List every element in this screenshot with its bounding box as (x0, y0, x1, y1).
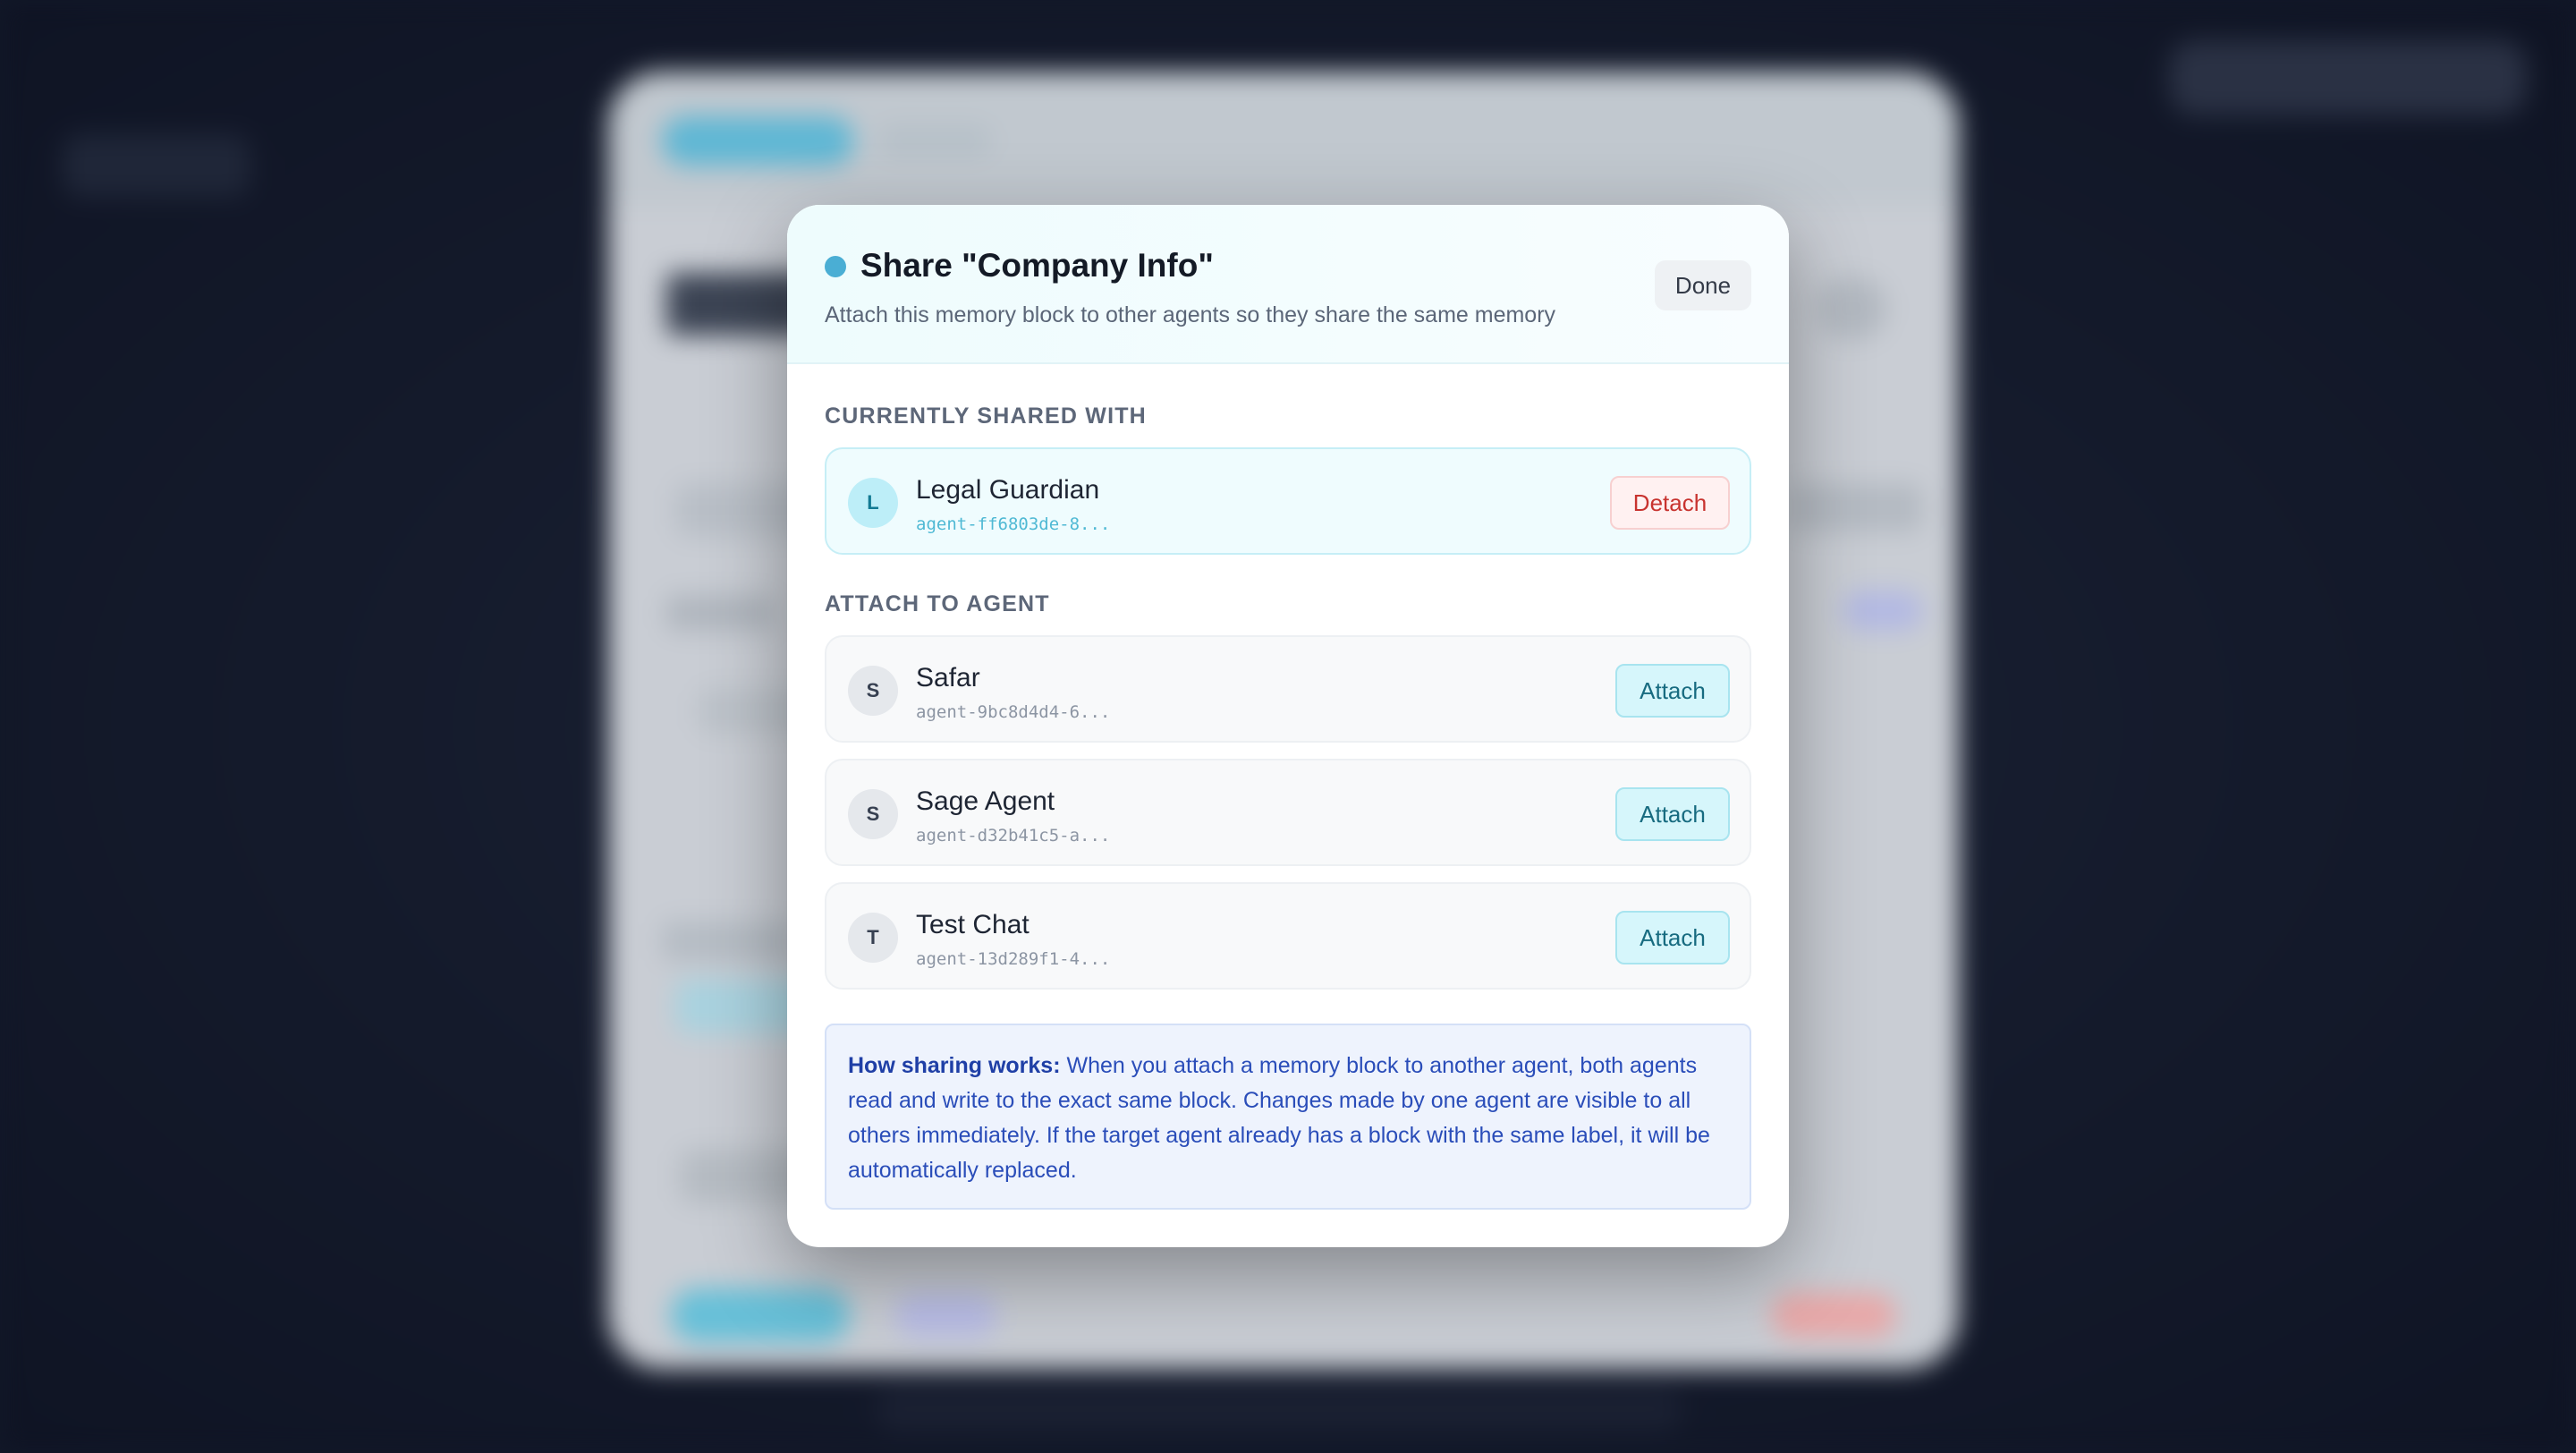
attach-button[interactable]: Attach (1615, 911, 1730, 964)
avatar: T (848, 913, 898, 963)
dialog-title: Share "Company Info" (860, 247, 1214, 284)
shared-agent-card: L Legal Guardian agent-ff6803de-8... Det… (825, 447, 1751, 555)
avatar: S (848, 789, 898, 839)
agent-name: Safar (916, 663, 980, 693)
attach-button[interactable]: Attach (1615, 787, 1730, 841)
status-dot-icon (825, 256, 846, 277)
agent-id: agent-ff6803de-8... (916, 514, 1111, 534)
attach-agent-card: S Safar agent-9bc8d4d4-6... Attach (825, 635, 1751, 743)
attach-button[interactable]: Attach (1615, 664, 1730, 718)
attach-agent-card: S Sage Agent agent-d32b41c5-a... Attach (825, 759, 1751, 866)
detach-button[interactable]: Detach (1610, 476, 1730, 530)
attach-section-label: ATTACH TO AGENT (825, 591, 1050, 616)
shared-section-label: CURRENTLY SHARED WITH (825, 404, 1147, 429)
info-lead: How sharing works: (848, 1053, 1061, 1078)
avatar: S (848, 666, 898, 716)
agent-name: Test Chat (916, 910, 1030, 939)
sharing-info-box: How sharing works: When you attach a mem… (825, 1024, 1751, 1210)
agent-id: agent-9bc8d4d4-6... (916, 702, 1111, 722)
agent-id: agent-d32b41c5-a... (916, 826, 1111, 845)
agent-id: agent-13d289f1-4... (916, 949, 1111, 969)
attach-agent-card: T Test Chat agent-13d289f1-4... Attach (825, 882, 1751, 990)
agent-name: Sage Agent (916, 786, 1055, 816)
done-button[interactable]: Done (1655, 260, 1751, 310)
agent-name: Legal Guardian (916, 475, 1100, 505)
avatar: L (848, 478, 898, 528)
dialog-subtitle: Attach this memory block to other agents… (825, 302, 1556, 327)
dialog-header: Share "Company Info" Attach this memory … (787, 205, 1789, 364)
share-memory-dialog: Share "Company Info" Attach this memory … (787, 205, 1789, 1247)
